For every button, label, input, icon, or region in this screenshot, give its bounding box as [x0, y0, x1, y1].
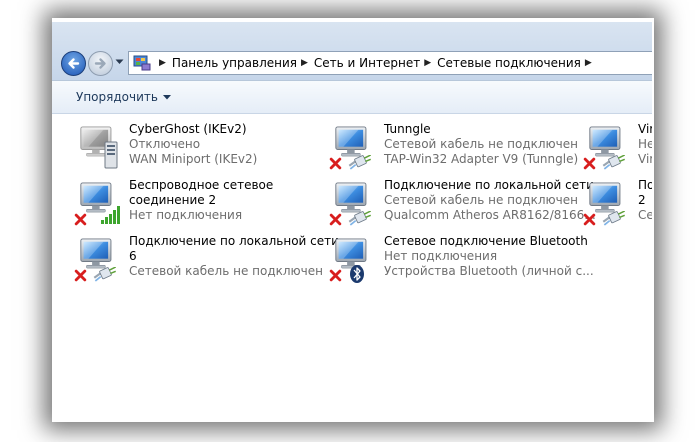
connection-name-line1: Подключение по локальной сети [129, 234, 339, 248]
connection-item-lan-6[interactable]: Подключение по локальной сети 6 Сетевой … [73, 234, 339, 284]
address-bar[interactable]: ▶ Панель управления ▶ Сеть и Интернет ▶ … [128, 51, 652, 75]
breadcrumb-separator-icon[interactable]: ▶ [159, 58, 166, 68]
connection-item-lan-2[interactable]: По 2 Се [582, 178, 652, 228]
connection-device: WAN Miniport (IKEv2) [129, 152, 258, 166]
navigation-bar: ▶ Панель управления ▶ Сеть и Интернет ▶ … [52, 22, 652, 80]
connection-status: Сетевой кабель не подключен [129, 264, 323, 278]
breadcrumb-control-panel[interactable]: Панель управления [172, 56, 297, 70]
organize-label: Упорядочить [76, 90, 158, 104]
connection-device: Vir [638, 152, 652, 166]
breadcrumb-network-connections[interactable]: Сетевые подключения [437, 56, 581, 70]
wireless-adapter-disconnected-icon [73, 180, 125, 228]
connection-item-tunngle[interactable]: Tunngle Сетевой кабель не подключен TAP-… [328, 122, 578, 172]
connection-item-bluetooth[interactable]: Сетевое подключение Bluetooth Нет подклю… [328, 234, 594, 284]
connection-name-line2: 2 [638, 193, 646, 207]
control-panel-icon [133, 55, 151, 71]
lan-adapter-disconnected-icon [328, 124, 380, 172]
lan-adapter-disconnected-icon [328, 180, 380, 228]
connection-name-line1: По [638, 178, 652, 192]
connection-status: Нет подключения [384, 249, 498, 263]
connection-device: Устройства Bluetooth (личной с... [384, 264, 594, 278]
connection-name: Tunngle [384, 122, 431, 136]
connection-name-line1: Беспроводное сетевое [129, 178, 274, 192]
forward-button[interactable] [88, 51, 113, 76]
breadcrumb-separator-icon[interactable]: ▶ [424, 58, 431, 68]
organize-button[interactable]: Упорядочить [76, 90, 171, 104]
connection-status: Сетевой кабель не подключен [384, 137, 578, 151]
connection-item-cyberghost[interactable]: CyberGhost (IKEv2) Отключено WAN Minipor… [73, 122, 323, 172]
connection-status: Нет подключения [129, 208, 243, 222]
arrow-left-icon [68, 58, 80, 69]
connection-status: Не [638, 137, 652, 151]
connection-device: TAP-Win32 Adapter V9 (Tunngle) [384, 152, 579, 166]
vpn-adapter-icon [73, 124, 125, 172]
bluetooth-adapter-disconnected-icon [328, 236, 380, 284]
connection-status: Сетевой кабель не подключен [384, 193, 578, 207]
command-bar: Упорядочить [52, 80, 652, 114]
back-button[interactable] [61, 51, 86, 76]
connection-name: CyberGhost (IKEv2) [129, 122, 247, 136]
chevron-down-icon [162, 94, 171, 99]
lan-adapter-disconnected-icon [582, 124, 634, 172]
connection-name: Сетевое подключение Bluetooth [384, 234, 588, 248]
connections-list: CyberGhost (IKEv2) Отключено WAN Minipor… [52, 114, 652, 418]
connection-status: Отключено [129, 137, 201, 151]
breadcrumb-separator-icon[interactable]: ▶ [585, 58, 592, 68]
connection-name-line2: соединение 2 [129, 193, 217, 207]
lan-adapter-disconnected-icon [73, 236, 125, 284]
explorer-window: ▶ Панель управления ▶ Сеть и Интернет ▶ … [52, 22, 652, 418]
connection-device: Qualcomm Atheros AR8162/8166... [384, 208, 596, 222]
connection-status: Се [638, 208, 652, 222]
breadcrumb-network-internet[interactable]: Сеть и Интернет [314, 56, 420, 70]
breadcrumb-separator-icon[interactable]: ▶ [301, 58, 308, 68]
recent-pages-dropdown-icon[interactable] [115, 59, 124, 65]
lan-adapter-disconnected-icon [582, 180, 634, 228]
connection-name-line2: 6 [129, 249, 137, 263]
connection-name: Подключение по локальной сети [384, 178, 594, 192]
arrow-right-icon [94, 58, 106, 69]
connection-item-virtual[interactable]: Vir Не Vir [582, 122, 652, 172]
connection-item-lan[interactable]: Подключение по локальной сети Сетевой ка… [328, 178, 596, 228]
connection-name: Vir [638, 122, 652, 136]
connection-item-wireless-2[interactable]: Беспроводное сетевое соединение 2 Нет по… [73, 178, 323, 228]
